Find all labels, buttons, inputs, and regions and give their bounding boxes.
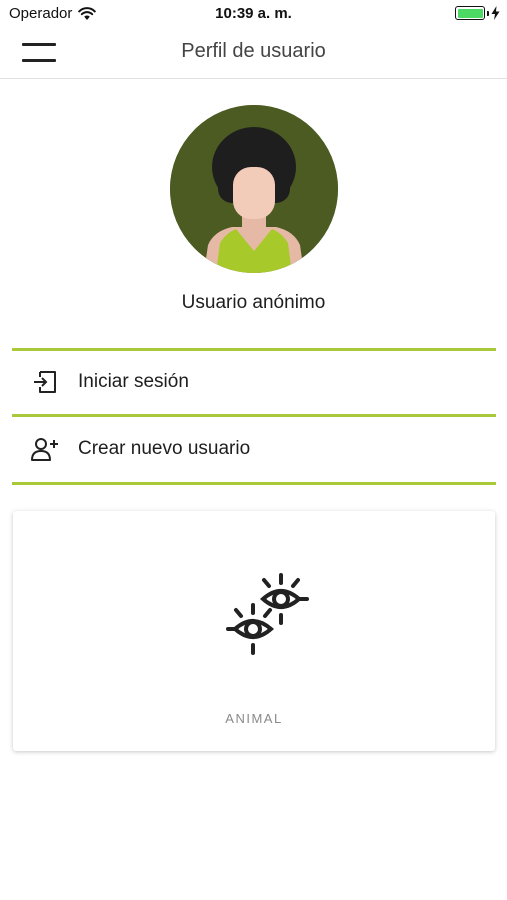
avatar [170,105,338,273]
create-user-button[interactable]: Crear nuevo usuario [12,417,496,481]
status-time: 10:39 a. m. [215,5,292,22]
user-name: Usuario anónimo [181,292,326,313]
battery-group [455,6,500,20]
login-button[interactable]: Iniciar sesión [12,350,496,414]
animal-card[interactable]: ANIMAL [13,511,495,751]
battery-icon [455,6,485,20]
avatar-illustration [170,105,338,273]
status-bar: Operador 10:39 a. m. [0,0,507,28]
create-user-label: Crear nuevo usuario [78,438,251,459]
login-label: Iniciar sesión [78,371,189,392]
divider [12,482,496,485]
add-user-icon [31,438,58,461]
animal-eyes-icon [226,573,309,655]
bolt-icon [491,6,500,20]
battery-tip [487,10,489,16]
nav-bar: Perfil de usuario [0,28,507,79]
login-icon [34,371,56,393]
card-label: ANIMAL [225,711,283,726]
page-title: Perfil de usuario [181,40,326,62]
